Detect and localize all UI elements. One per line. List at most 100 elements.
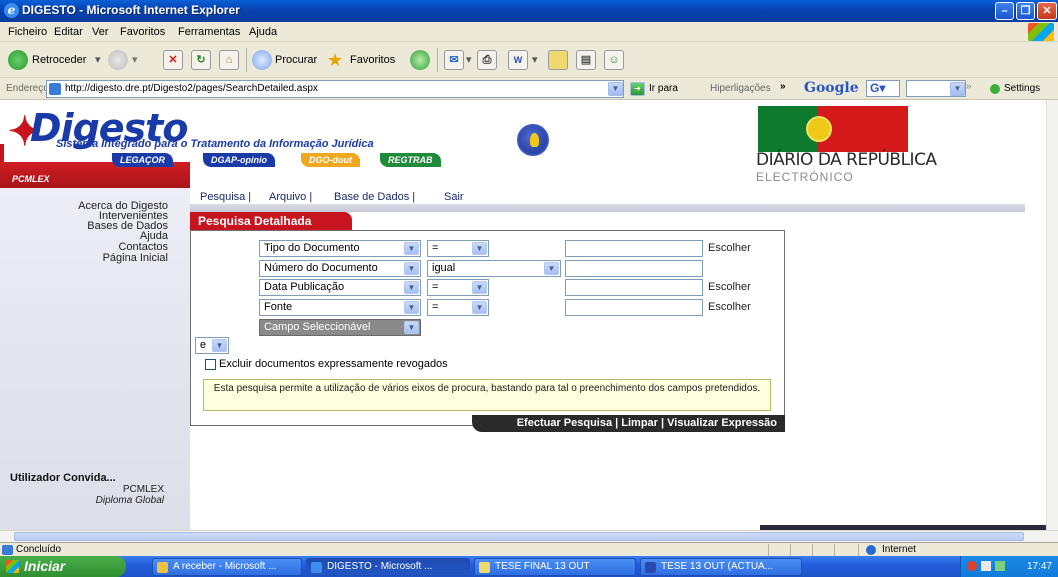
folder-icon[interactable] <box>548 50 568 70</box>
address-dropdown-icon[interactable]: ▼ <box>608 82 623 96</box>
menu-ajuda[interactable]: Ajuda <box>249 26 277 38</box>
dr-title[interactable]: DIÁRIO DA REPÚBLICA <box>756 150 937 170</box>
google-toolbar-chevron-icon[interactable]: » <box>966 81 972 92</box>
operator-select-3[interactable]: = ▼ <box>427 279 489 296</box>
nav-arquivo[interactable]: Arquivo | <box>269 191 312 203</box>
task-tese-word[interactable]: TESE 13 OUT (ACTUA... <box>640 558 802 576</box>
value-input-2[interactable] <box>565 260 703 277</box>
value-input-1[interactable] <box>565 240 703 257</box>
home-icon[interactable]: ⌂ <box>219 50 239 70</box>
choose-link-4[interactable]: Escolher <box>708 301 751 313</box>
task-label: A receber - Microsoft ... <box>173 561 277 572</box>
pill-regtrab[interactable]: REGTRAB <box>380 153 441 167</box>
chevron-down-icon: ▼ <box>404 301 419 314</box>
forward-dropdown-icon[interactable]: ▾ <box>132 48 138 72</box>
field-select-5[interactable]: Campo Seleccionável ▼ <box>259 319 421 336</box>
back-button[interactable]: Retroceder <box>32 48 86 72</box>
search-icon[interactable] <box>252 50 272 70</box>
search-actions[interactable]: Efectuar Pesquisa | Limpar | Visualizar … <box>472 415 785 432</box>
exclude-revoked-label: Excluir documentos expressamente revogad… <box>219 358 448 370</box>
operator-select-2-value: igual <box>432 262 456 274</box>
history-icon[interactable] <box>410 50 430 70</box>
field-select-3[interactable]: Data Publicação ▼ <box>259 279 421 296</box>
pill-legacor[interactable]: LEGAÇOR <box>112 153 173 167</box>
task-outlook[interactable]: A receber - Microsoft ... <box>152 558 302 576</box>
print-icon[interactable]: ⎙ <box>477 50 497 70</box>
status-bar: Concluído Internet <box>0 542 1058 556</box>
back-dropdown-icon[interactable]: ▾ <box>95 48 101 72</box>
task-digesto[interactable]: DIGESTO - Microsoft ... <box>306 558 470 576</box>
close-button[interactable]: ✕ <box>1037 2 1057 20</box>
horizontal-scrollbar[interactable] <box>0 530 1058 542</box>
value-input-4[interactable] <box>565 299 703 316</box>
mail-icon[interactable]: ✉ <box>444 50 464 70</box>
logic-select[interactable]: e ▼ <box>195 337 229 354</box>
links-label[interactable]: Hiperligações <box>710 83 771 94</box>
search-note: Esta pesquisa permite a utilização de vá… <box>203 379 771 411</box>
field-select-1[interactable]: Tipo do Documento ▼ <box>259 240 421 257</box>
chevron-down-icon: ▼ <box>472 301 487 314</box>
search-button[interactable]: Procurar <box>275 48 317 72</box>
back-arrow-icon[interactable] <box>8 50 28 70</box>
google-search-dropdown[interactable]: G▾ <box>866 80 900 97</box>
choose-link-1[interactable]: Escolher <box>708 242 751 254</box>
vertical-scrollbar[interactable] <box>1046 100 1058 530</box>
chevron-down-icon: ▼ <box>404 242 419 255</box>
operator-select-4[interactable]: = ▼ <box>427 299 489 316</box>
start-button[interactable]: Iniciar <box>0 556 126 577</box>
choose-link-3[interactable]: Escolher <box>708 281 751 293</box>
menu-ferramentas[interactable]: Ferramentas <box>178 26 240 38</box>
menu-ficheiro[interactable]: Ficheiro <box>8 26 47 38</box>
site-subtitle: Sistema Integrado para o Tratamento da I… <box>56 138 374 150</box>
task-tese-final[interactable]: TESE FINAL 13 OUT <box>474 558 636 576</box>
messenger-icon[interactable]: ☺ <box>604 50 624 70</box>
clock[interactable]: 17:47 <box>1027 556 1052 577</box>
address-label: Endereço <box>6 83 49 94</box>
field-select-2[interactable]: Número do Documento ▼ <box>259 260 421 277</box>
status-text: Concluído <box>16 544 62 555</box>
value-input-3[interactable] <box>565 279 703 296</box>
tray-icon-1[interactable] <box>967 561 977 571</box>
research-icon[interactable]: ▤ <box>576 50 596 70</box>
menu-ver[interactable]: Ver <box>92 26 109 38</box>
mail-dropdown-icon[interactable]: ▾ <box>466 48 472 72</box>
address-input[interactable]: http://digesto.dre.pt/Digesto2/pages/Sea… <box>46 80 624 98</box>
favorites-star-icon[interactable]: ★ <box>327 48 343 72</box>
field-select-4[interactable]: Fonte ▼ <box>259 299 421 316</box>
word-edit-icon[interactable]: W <box>508 50 528 70</box>
task-label: DIGESTO - Microsoft ... <box>327 561 433 572</box>
field-select-3-value: Data Publicação <box>264 281 345 293</box>
nav-sair[interactable]: Sair <box>444 191 464 203</box>
pill-dgap-opinio[interactable]: DGAP-opinio <box>203 153 275 167</box>
edit-dropdown-icon[interactable]: ▾ <box>532 48 538 72</box>
go-button[interactable]: Ir para <box>649 83 678 94</box>
restore-button[interactable]: ❐ <box>1016 2 1035 20</box>
links-chevron-icon[interactable]: » <box>780 81 786 92</box>
settings-button[interactable]: Settings <box>1004 83 1040 94</box>
sidebar-item-pagina-inicial[interactable]: Página Inicial <box>103 252 168 264</box>
operator-select-1[interactable]: = ▼ <box>427 240 489 257</box>
favorites-button[interactable]: Favoritos <box>350 48 395 72</box>
chevron-down-icon: ▼ <box>212 339 227 352</box>
google-dropdown-icon[interactable]: ▼ <box>950 82 965 96</box>
system-tray: 17:47 <box>960 556 1058 577</box>
minimize-button[interactable]: – <box>995 2 1014 20</box>
operator-select-2[interactable]: igual ▼ <box>427 260 561 277</box>
menu-editar[interactable]: Editar <box>54 26 83 38</box>
tray-icon-3[interactable] <box>995 561 1005 571</box>
refresh-icon[interactable]: ↻ <box>191 50 211 70</box>
forward-arrow-icon[interactable] <box>108 50 128 70</box>
task-label: TESE FINAL 13 OUT <box>495 561 590 572</box>
horizontal-scroll-thumb[interactable] <box>14 532 1024 541</box>
go-arrow-icon[interactable]: ➔ <box>630 82 645 96</box>
taskbar: Iniciar A receber - Microsoft ... DIGEST… <box>0 556 1058 577</box>
pill-dgo-dout[interactable]: DGO-dout <box>301 153 360 167</box>
nav-base-dados[interactable]: Base de Dados | <box>334 191 415 203</box>
menu-favoritos[interactable]: Favoritos <box>120 26 165 38</box>
tray-icon-2[interactable] <box>981 561 991 571</box>
google-logo: Google <box>804 80 859 96</box>
exclude-revoked-checkbox[interactable] <box>205 359 216 370</box>
stop-icon[interactable]: ✕ <box>163 50 183 70</box>
chevron-down-icon: ▼ <box>404 262 419 275</box>
nav-pesquisa[interactable]: Pesquisa | <box>200 191 251 203</box>
